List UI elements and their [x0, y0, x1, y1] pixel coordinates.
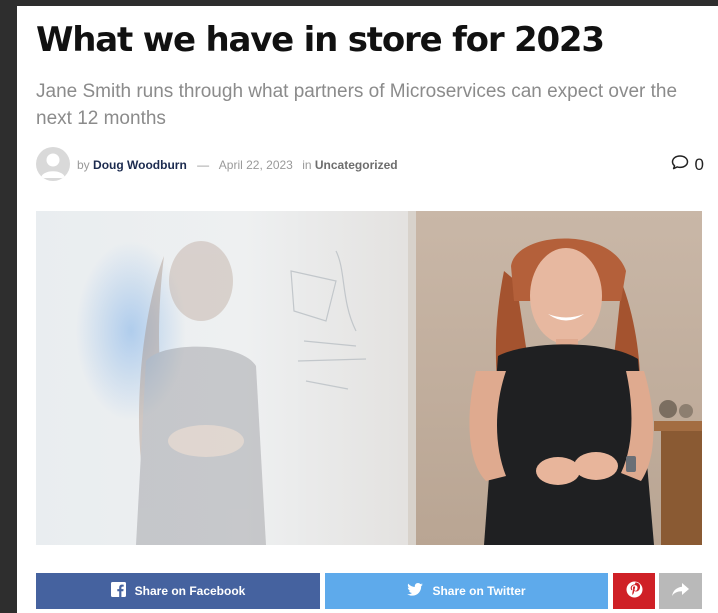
- category-link[interactable]: Uncategorized: [315, 158, 398, 172]
- share-pinterest-button[interactable]: [613, 573, 655, 609]
- article-meta: by Doug Woodburn — April 22, 2023 in Unc…: [36, 147, 704, 181]
- comments-link[interactable]: 0: [671, 154, 704, 175]
- share-twitter-label: Share on Twitter: [432, 584, 526, 598]
- article-card: What we have in store for 2023 Jane Smit…: [17, 6, 718, 613]
- in-prefix: in: [302, 158, 312, 172]
- author-link[interactable]: Doug Woodburn: [93, 158, 187, 172]
- author-avatar-icon[interactable]: [36, 147, 70, 181]
- meta-separator: —: [197, 158, 210, 172]
- twitter-icon: [407, 583, 424, 599]
- by-prefix: by: [77, 158, 90, 172]
- share-arrow-icon: [672, 582, 689, 600]
- comment-bubble-icon: [671, 154, 689, 175]
- comment-count: 0: [694, 154, 704, 174]
- share-more-button[interactable]: [659, 573, 702, 609]
- facebook-icon: [110, 582, 126, 600]
- share-facebook-label: Share on Facebook: [134, 584, 246, 598]
- meta-line: by Doug Woodburn — April 22, 2023 in Unc…: [77, 158, 398, 172]
- featured-image[interactable]: [36, 211, 702, 545]
- share-facebook-button[interactable]: Share on Facebook: [36, 573, 320, 609]
- article-subtitle: Jane Smith runs through what partners of…: [36, 81, 678, 129]
- post-date[interactable]: April 22, 2023: [219, 158, 293, 172]
- article-title: What we have in store for 2023: [36, 20, 605, 60]
- share-twitter-button[interactable]: Share on Twitter: [325, 573, 608, 609]
- pinterest-icon: [626, 581, 643, 601]
